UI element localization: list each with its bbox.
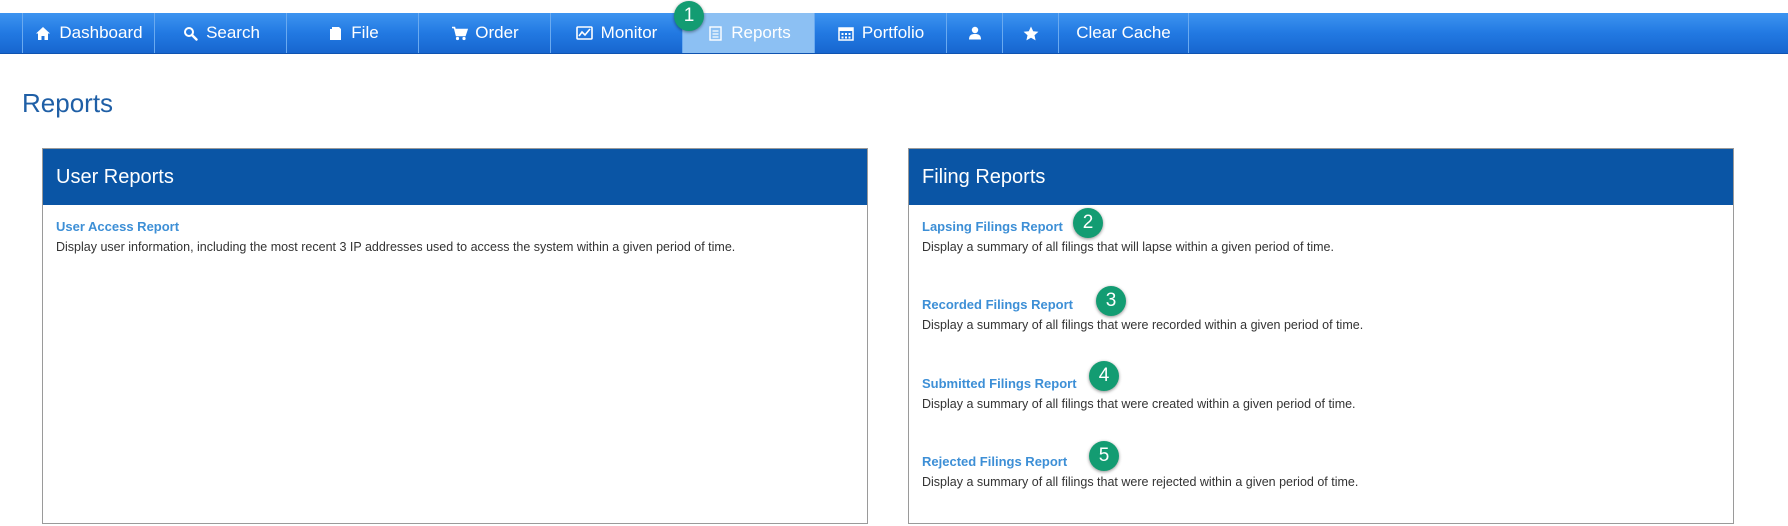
nav-order-label: Order <box>475 23 519 42</box>
home-icon <box>34 24 52 42</box>
report-item-submitted: Submitted Filings Report Display a summa… <box>922 376 1356 412</box>
page: Dashboard Search File Order Monitor Repo… <box>0 0 1788 526</box>
nav-monitor-label: Monitor <box>600 23 658 42</box>
user-reports-header: User Reports <box>43 149 867 205</box>
nav-file-label: File <box>351 23 379 42</box>
nav-divider <box>1188 13 1189 53</box>
lapsing-filings-report-description: Display a summary of all filings that wi… <box>922 240 1334 254</box>
nav-monitor[interactable]: Monitor <box>550 13 682 53</box>
page-title: Reports <box>22 88 114 118</box>
user-icon <box>966 24 984 42</box>
nav-user[interactable] <box>946 13 1002 53</box>
nav-search-label: Search <box>206 23 260 42</box>
recorded-filings-report-link[interactable]: Recorded Filings Report <box>922 297 1363 313</box>
user-access-report-description: Display user information, including the … <box>56 240 736 254</box>
filing-reports-panel: Filing Reports Lapsing Filings Report Di… <box>908 148 1734 524</box>
rejected-filings-report-link[interactable]: Rejected Filings Report <box>922 454 1358 470</box>
search-icon <box>181 24 199 42</box>
submitted-filings-report-link[interactable]: Submitted Filings Report <box>922 376 1356 392</box>
nav-reports-label: Reports <box>731 23 791 42</box>
nav-dashboard-label: Dashboard <box>59 23 143 42</box>
report-item-user-access: User Access Report Display user informat… <box>56 219 735 255</box>
nav-portfolio-label: Portfolio <box>861 23 925 42</box>
calendar-icon <box>837 24 855 42</box>
submitted-filings-report-description: Display a summary of all filings that we… <box>922 397 1356 411</box>
user-reports-panel: User Reports User Access Report Display … <box>42 148 868 524</box>
file-icon <box>326 24 344 42</box>
report-item-recorded: Recorded Filings Report Display a summar… <box>922 297 1363 333</box>
nav-clear-cache-label: Clear Cache <box>1076 23 1171 42</box>
callout-badge-5: 5 <box>1089 441 1119 471</box>
nav-file[interactable]: File <box>286 13 418 53</box>
report-item-rejected: Rejected Filings Report Display a summar… <box>922 454 1358 490</box>
monitor-chart-icon <box>576 24 594 42</box>
top-nav-bar: Dashboard Search File Order Monitor Repo… <box>0 13 1788 54</box>
cart-icon <box>450 24 468 42</box>
nav-search[interactable]: Search <box>154 13 286 53</box>
callout-badge-3: 3 <box>1096 286 1126 316</box>
recorded-filings-report-description: Display a summary of all filings that we… <box>922 318 1364 332</box>
callout-badge-4: 4 <box>1089 361 1119 391</box>
rejected-filings-report-description: Display a summary of all filings that we… <box>922 475 1359 489</box>
nav-order[interactable]: Order <box>418 13 550 53</box>
star-icon <box>1022 24 1040 42</box>
document-icon <box>706 24 724 42</box>
callout-badge-2: 2 <box>1073 208 1103 238</box>
report-item-lapsing: Lapsing Filings Report Display a summary… <box>922 219 1334 255</box>
nav-portfolio[interactable]: Portfolio <box>814 13 946 53</box>
nav-dashboard[interactable]: Dashboard <box>22 13 154 53</box>
callout-badge-1: 1 <box>674 1 704 31</box>
lapsing-filings-report-link[interactable]: Lapsing Filings Report <box>922 219 1334 235</box>
nav-clear-cache[interactable]: Clear Cache <box>1058 13 1188 53</box>
user-access-report-link[interactable]: User Access Report <box>56 219 735 235</box>
filing-reports-header: Filing Reports <box>909 149 1733 205</box>
nav-favorites[interactable] <box>1002 13 1058 53</box>
